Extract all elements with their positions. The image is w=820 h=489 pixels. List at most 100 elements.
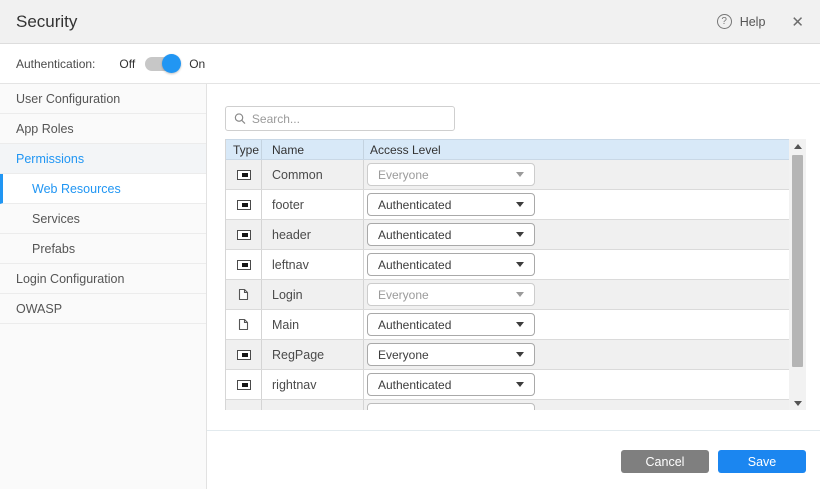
partial-icon xyxy=(237,170,251,180)
dialog-header: Security ? Help ✕ xyxy=(0,0,820,44)
chevron-down-icon xyxy=(516,322,524,327)
access-level-dropdown[interactable]: Everyone xyxy=(367,343,535,366)
resource-name: Main xyxy=(262,310,364,339)
column-header-name: Name xyxy=(262,140,364,159)
type-cell xyxy=(226,220,262,249)
access-level-dropdown[interactable]: Everyone xyxy=(367,163,535,186)
table-row: Common Everyone xyxy=(226,160,789,190)
page-title: Security xyxy=(16,12,77,32)
footer-actions: Cancel Save xyxy=(207,450,820,473)
sidebar-item-user-configuration[interactable]: User Configuration xyxy=(0,84,206,114)
column-header-type: Type xyxy=(226,140,262,159)
partial-icon xyxy=(237,260,251,270)
chevron-down-icon xyxy=(516,202,524,207)
access-cell: Authenticated xyxy=(364,250,789,279)
sidebar-item-web-resources[interactable]: Web Resources xyxy=(0,174,206,204)
cancel-button[interactable]: Cancel xyxy=(621,450,709,473)
scroll-up-icon[interactable] xyxy=(789,139,806,153)
access-level-value: Everyone xyxy=(378,168,429,182)
partial-icon xyxy=(237,230,251,240)
access-cell: Everyone xyxy=(364,160,789,189)
security-dialog: Security ? Help ✕ Authentication: Off On… xyxy=(0,0,820,489)
main-content: Type Name Access Level Common Everyone f… xyxy=(207,84,820,489)
access-level-value: Authenticated xyxy=(378,198,451,212)
type-cell xyxy=(226,250,262,279)
table-row: header Authenticated xyxy=(226,220,789,250)
access-level-dropdown[interactable]: Authenticated xyxy=(367,193,535,216)
table-header: Type Name Access Level xyxy=(226,139,789,160)
sidebar-item-prefabs[interactable]: Prefabs xyxy=(0,234,206,264)
type-cell xyxy=(226,160,262,189)
toggle-off-label: Off xyxy=(119,57,135,71)
search-icon xyxy=(234,112,246,125)
access-level-value: Everyone xyxy=(378,288,429,302)
table-row: Main Authenticated xyxy=(226,310,789,340)
access-level-dropdown[interactable]: Authenticated xyxy=(367,313,535,336)
authentication-toggle[interactable] xyxy=(145,57,179,71)
chevron-down-icon xyxy=(516,262,524,267)
access-level-dropdown[interactable] xyxy=(367,403,535,410)
toggle-knob xyxy=(162,54,181,73)
authentication-bar: Authentication: Off On xyxy=(0,44,820,84)
table-row: RegPage Everyone xyxy=(226,340,789,370)
type-cell xyxy=(226,340,262,369)
partial-icon xyxy=(237,350,251,360)
access-level-dropdown[interactable]: Authenticated xyxy=(367,253,535,276)
help-button[interactable]: Help xyxy=(740,15,766,29)
authentication-label: Authentication: xyxy=(16,57,95,71)
type-cell xyxy=(226,370,262,399)
save-button[interactable]: Save xyxy=(718,450,806,473)
sidebar-item-login-configuration[interactable]: Login Configuration xyxy=(0,264,206,294)
sidebar: User Configuration App Roles Permissions… xyxy=(0,84,207,489)
access-level-dropdown[interactable]: Authenticated xyxy=(367,223,535,246)
resource-name: footer xyxy=(262,190,364,219)
column-header-access-level: Access Level xyxy=(364,140,789,159)
sidebar-item-app-roles[interactable]: App Roles xyxy=(0,114,206,144)
type-cell xyxy=(226,280,262,309)
toggle-on-label: On xyxy=(189,57,205,71)
page-icon xyxy=(238,318,249,331)
close-icon[interactable]: ✕ xyxy=(791,13,804,31)
chevron-down-icon xyxy=(516,352,524,357)
access-level-value: Everyone xyxy=(378,348,429,362)
search-box xyxy=(225,106,455,131)
resource-name: header xyxy=(262,220,364,249)
table-row: Login Everyone xyxy=(226,280,789,310)
partial-icon xyxy=(237,200,251,210)
vertical-scrollbar[interactable] xyxy=(789,139,806,410)
table-row: leftnav Authenticated xyxy=(226,250,789,280)
type-cell xyxy=(226,190,262,219)
resource-name: RegPage xyxy=(262,340,364,369)
partial-icon xyxy=(237,380,251,390)
resource-name: Common xyxy=(262,160,364,189)
search-input[interactable] xyxy=(252,112,446,126)
table-body: Common Everyone footer Authenticated hea… xyxy=(226,160,789,400)
scroll-down-icon[interactable] xyxy=(789,396,806,410)
access-cell: Authenticated xyxy=(364,190,789,219)
access-level-value: Authenticated xyxy=(378,228,451,242)
type-cell xyxy=(226,310,262,339)
access-level-dropdown[interactable]: Authenticated xyxy=(367,373,535,396)
sidebar-item-services[interactable]: Services xyxy=(0,204,206,234)
chevron-down-icon xyxy=(516,232,524,237)
page-icon xyxy=(238,288,249,301)
access-cell: Everyone xyxy=(364,340,789,369)
access-level-value: Authenticated xyxy=(378,378,451,392)
chevron-down-icon xyxy=(516,292,524,297)
table-row: rightnav Authenticated xyxy=(226,370,789,400)
access-cell: Authenticated xyxy=(364,310,789,339)
access-cell: Everyone xyxy=(364,280,789,309)
access-level-dropdown[interactable]: Everyone xyxy=(367,283,535,306)
resource-name: Login xyxy=(262,280,364,309)
help-icon[interactable]: ? xyxy=(717,14,732,29)
access-level-value: Authenticated xyxy=(378,318,451,332)
access-cell: Authenticated xyxy=(364,370,789,399)
sidebar-item-permissions[interactable]: Permissions xyxy=(0,144,206,174)
scrollbar-thumb[interactable] xyxy=(792,155,803,367)
resource-name: leftnav xyxy=(262,250,364,279)
chevron-down-icon xyxy=(516,382,524,387)
sidebar-item-owasp[interactable]: OWASP xyxy=(0,294,206,324)
table-row-clipped xyxy=(226,400,789,410)
footer-divider xyxy=(207,430,820,431)
chevron-down-icon xyxy=(516,172,524,177)
